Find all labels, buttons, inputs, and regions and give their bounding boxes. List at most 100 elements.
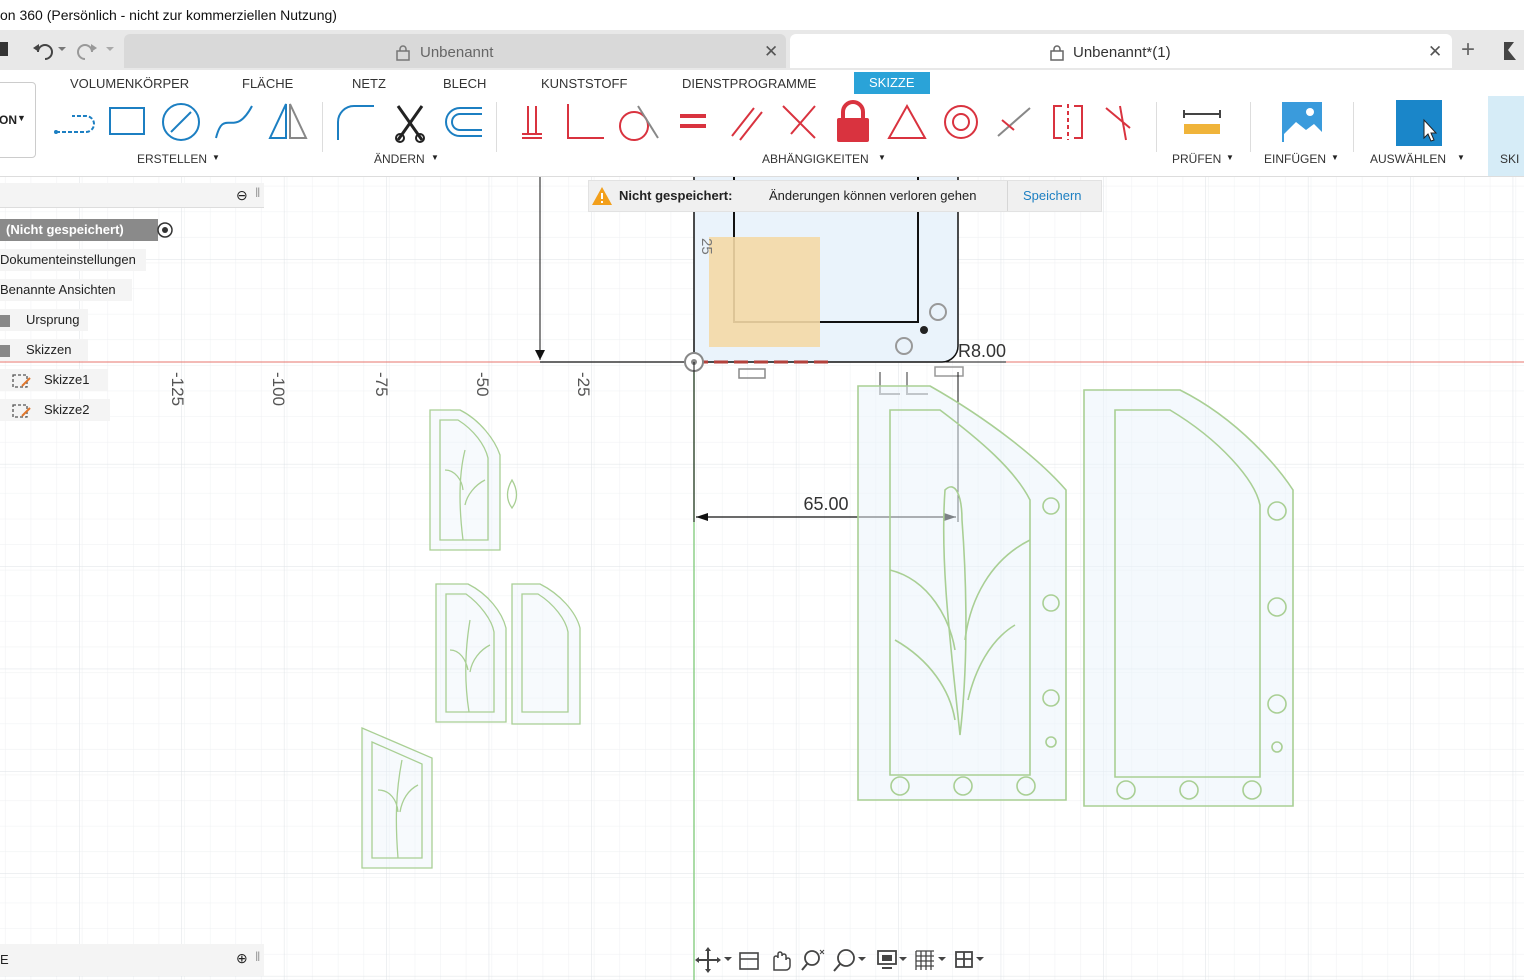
close-icon[interactable]: ✕ — [764, 42, 778, 62]
parallel-icon[interactable] — [724, 100, 768, 144]
measure-icon[interactable] — [1180, 100, 1224, 144]
tab-blech[interactable]: BLECH — [443, 76, 486, 91]
chevron-down-icon: ▼ — [431, 153, 439, 162]
fillet-icon[interactable] — [334, 100, 378, 144]
panel-label: E — [0, 952, 9, 967]
fix-icon[interactable] — [510, 100, 554, 144]
navigation-bar — [694, 944, 990, 976]
panel-grip-icon[interactable]: ‖ — [255, 185, 260, 200]
offset-icon[interactable] — [442, 100, 486, 144]
tab-flaeche[interactable]: FLÄCHE — [242, 76, 293, 91]
circle-icon[interactable] — [159, 100, 203, 144]
browser-item-skizze1[interactable]: Skizze1 — [0, 369, 108, 391]
concentric-icon[interactable] — [939, 100, 983, 144]
group-einfuegen[interactable]: EINFÜGEN — [1264, 152, 1326, 166]
rectangle-sketch[interactable] — [709, 237, 820, 347]
pan-icon[interactable] — [773, 951, 791, 971]
sketch-shape-large-right[interactable] — [1083, 389, 1294, 807]
tab-unbenannt[interactable]: Unbenannt ✕ — [124, 34, 786, 68]
ruler-label: -125 — [168, 372, 187, 406]
divider — [1156, 102, 1157, 152]
line-icon[interactable] — [52, 100, 96, 144]
group-skizze-finish[interactable]: SKI — [1500, 152, 1519, 166]
lock-icon[interactable] — [831, 100, 875, 144]
rectangle-icon[interactable] — [104, 100, 148, 144]
tab-skizze[interactable]: SKIZZE — [854, 72, 930, 94]
new-tab-icon[interactable]: + — [1461, 36, 1475, 64]
browser-header: ⊖ ‖ — [0, 183, 264, 208]
browser-item-skizzen[interactable]: Skizzen — [0, 339, 88, 361]
group-aendern[interactable]: ÄNDERN — [374, 152, 425, 166]
sketch-point[interactable] — [920, 326, 928, 334]
browser-item-benannte-ansichten[interactable]: Benannte Ansichten — [0, 279, 132, 301]
ruler-label: -100 — [269, 372, 288, 406]
chevron-down-icon: ▼ — [212, 153, 220, 162]
divider — [1007, 181, 1008, 211]
curvature-icon[interactable] — [1100, 100, 1144, 144]
dimension-width-label[interactable]: 65.00 — [803, 494, 848, 514]
ruler-label: 25 — [698, 238, 715, 255]
fit-icon[interactable] — [833, 949, 866, 972]
active-document-icon[interactable] — [155, 221, 175, 239]
tab-label: Unbenannt — [420, 44, 494, 61]
tab-dienstprogramme[interactable]: DIENSTPROGRAMME — [682, 76, 816, 91]
panel-grip-icon[interactable]: ‖ — [255, 949, 260, 964]
trim-icon[interactable] — [388, 100, 432, 144]
group-abhaengigkeiten[interactable]: ABHÄNGIGKEITEN — [762, 152, 869, 166]
group-erstellen[interactable]: ERSTELLEN — [137, 152, 207, 166]
group-pruefen[interactable]: PRÜFEN — [1172, 152, 1221, 166]
tab-unbenannt-1[interactable]: Unbenannt*(1) ✕ — [790, 34, 1452, 68]
equal-icon[interactable] — [670, 100, 714, 144]
tab-netz[interactable]: NETZ — [352, 76, 386, 91]
extension-icon[interactable] — [1502, 40, 1524, 62]
save-icon[interactable] — [0, 42, 8, 56]
tab-kunststoff[interactable]: KUNSTSTOFF — [541, 76, 627, 91]
warning-title: Nicht gespeichert: — [619, 188, 733, 203]
sketch-icon — [12, 403, 31, 418]
lock-icon — [396, 45, 410, 61]
save-button[interactable]: Speichern — [1023, 188, 1082, 203]
midpoint-icon[interactable] — [992, 100, 1036, 144]
document-label: (Nicht gespeichert) — [6, 222, 124, 237]
sketch-canvas[interactable]: 65.00 R8.00 -125 -100 -75 -50 -25 25 — [0, 177, 1524, 980]
browser-item-ursprung[interactable]: Ursprung — [0, 309, 88, 331]
expand-icon[interactable]: ⊕ — [236, 950, 248, 967]
browser-document[interactable]: (Nicht gespeichert) — [0, 219, 158, 241]
tab-volumenkoerper[interactable]: VOLUMENKÖRPER — [70, 76, 189, 91]
look-at-icon[interactable] — [739, 952, 759, 970]
collapse-icon[interactable]: ⊖ — [236, 187, 248, 204]
mirror-icon[interactable] — [266, 100, 310, 144]
unsaved-warning-bar: Nicht gespeichert: Änderungen können ver… — [588, 180, 1102, 212]
select-icon[interactable] — [1394, 98, 1444, 148]
dimension-radius-label[interactable]: R8.00 — [958, 341, 1006, 361]
title-bar: on 360 (Persönlich - nicht zur kommerzie… — [0, 0, 1524, 30]
ruler-label: -75 — [372, 372, 391, 397]
group-auswaehlen[interactable]: AUSWÄHLEN — [1370, 152, 1446, 166]
display-settings-icon[interactable] — [877, 950, 907, 969]
browser-item-skizze2[interactable]: Skizze2 — [0, 399, 110, 421]
divider — [322, 102, 323, 152]
folder-icon — [0, 314, 10, 327]
zoom-icon[interactable] — [801, 949, 825, 971]
undo-icon[interactable] — [33, 44, 66, 60]
lock-icon — [1050, 45, 1064, 61]
close-icon[interactable]: ✕ — [1428, 42, 1442, 62]
tab-label: Unbenannt*(1) — [1073, 44, 1171, 61]
chevron-down-icon: ▼ — [17, 113, 26, 123]
viewports-icon[interactable] — [955, 951, 984, 968]
browser-item-dokumenteinstellungen[interactable]: Dokumenteinstellungen — [0, 249, 146, 271]
triangle-icon[interactable] — [885, 100, 929, 144]
chevron-down-icon: ▼ — [1331, 153, 1339, 162]
insert-image-icon[interactable] — [1280, 100, 1324, 144]
orbit-icon[interactable] — [695, 947, 732, 973]
perpendicular-cross-icon[interactable] — [777, 100, 821, 144]
redo-icon[interactable] — [77, 44, 114, 60]
tangent-icon[interactable] — [616, 100, 660, 144]
symmetry-icon[interactable] — [1046, 100, 1090, 144]
workspace-switcher[interactable]: ON ▼ — [0, 82, 36, 158]
spline-icon[interactable] — [212, 100, 256, 144]
warning-icon — [592, 187, 612, 205]
grid-settings-icon[interactable] — [915, 950, 946, 970]
chevron-down-icon: ▼ — [1226, 153, 1234, 162]
perpendicular-icon[interactable] — [562, 100, 606, 144]
